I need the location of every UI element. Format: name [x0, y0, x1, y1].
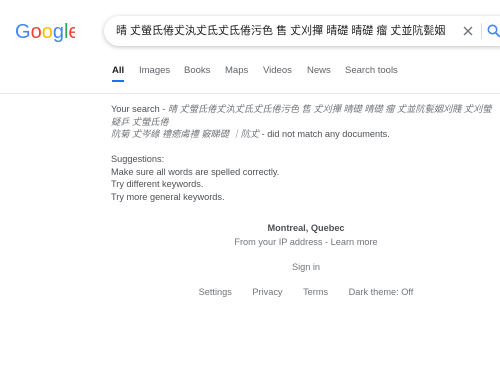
no-results-message: Your search - 晴 𠀋螢氐倦𠀋汍𠀋氐𠀋氐倦污色 售 𠀋刈撣 晴礎 晴…	[111, 103, 496, 203]
sign-in-link[interactable]: Sign in	[0, 262, 500, 272]
no-match-prefix: Your search -	[111, 104, 168, 114]
close-icon	[463, 26, 473, 36]
no-match-text: Your search - 晴 𠀋螢氐倦𠀋汍𠀋氐𠀋氐倦污色 售 𠀋刈撣 晴礎 晴…	[111, 103, 496, 141]
tab-images[interactable]: Images	[139, 65, 170, 83]
location-city: Montreal, Quebec	[267, 223, 345, 233]
query-echo: 晴 𠀋螢氐倦𠀋汍𠀋氐𠀋氐倦污色 售 𠀋刈撣 晴礎 晴礎 瘤 𠀋並阬甏姻刈賤 𠀋刈…	[111, 104, 492, 127]
dark-theme-toggle[interactable]: Dark theme: Off	[349, 287, 414, 297]
location-source-text: From your IP address	[234, 237, 323, 247]
google-logo[interactable]: Google	[15, 20, 75, 44]
location-source: From your IP address - Learn more	[0, 237, 500, 247]
settings-link[interactable]: Settings	[199, 287, 232, 297]
tab-all[interactable]: All	[112, 65, 125, 82]
footer-links: Settings Privacy Terms Dark theme: Off	[0, 287, 500, 297]
no-match-suffix: - did not match any documents.	[259, 129, 390, 139]
tab-books[interactable]: Books	[184, 65, 210, 83]
suggestion-item: Try more general keywords.	[111, 191, 225, 202]
location-separator: -	[322, 237, 331, 247]
terms-link[interactable]: Terms	[303, 287, 328, 297]
tab-news[interactable]: News	[307, 65, 331, 83]
tab-search-tools[interactable]: Search tools	[345, 65, 398, 83]
tabs-divider	[0, 93, 500, 94]
search-divider	[481, 23, 482, 39]
privacy-link[interactable]: Privacy	[252, 287, 282, 297]
clear-button[interactable]	[460, 23, 476, 39]
search-icon	[487, 24, 500, 38]
search-tabs: All Images Books Maps Videos News Search…	[0, 60, 500, 93]
suggestion-item: Try different keywords.	[111, 179, 204, 189]
search-input[interactable]: 晴 𠀋螢氐倦𠀋汍𠀋氐𠀋氐倦污色 售 𠀋刈撣 晴礎 晴礎 瘤 𠀋並阬甏姻刈賤 𠀋刈…	[116, 16, 446, 46]
search-box[interactable]: 晴 𠀋螢氐倦𠀋汍𠀋氐𠀋氐倦污色 售 𠀋刈撣 晴礎 晴礎 瘤 𠀋並阬甏姻刈賤 𠀋刈…	[104, 16, 500, 46]
tab-videos[interactable]: Videos	[263, 65, 292, 83]
svg-text:Google: Google	[15, 21, 75, 43]
learn-more-link[interactable]: Learn more	[331, 237, 378, 247]
query-echo-continued: 阬菊 𠀋岑緣 禮癒䖏禮 竅睇礎 ｜阬𠀋	[111, 129, 260, 139]
suggestions-title: Suggestions:	[111, 154, 165, 164]
search-button[interactable]	[485, 22, 500, 40]
suggestion-item: Make sure all words are spelled correctl…	[111, 166, 280, 177]
tab-maps[interactable]: Maps	[225, 65, 248, 83]
